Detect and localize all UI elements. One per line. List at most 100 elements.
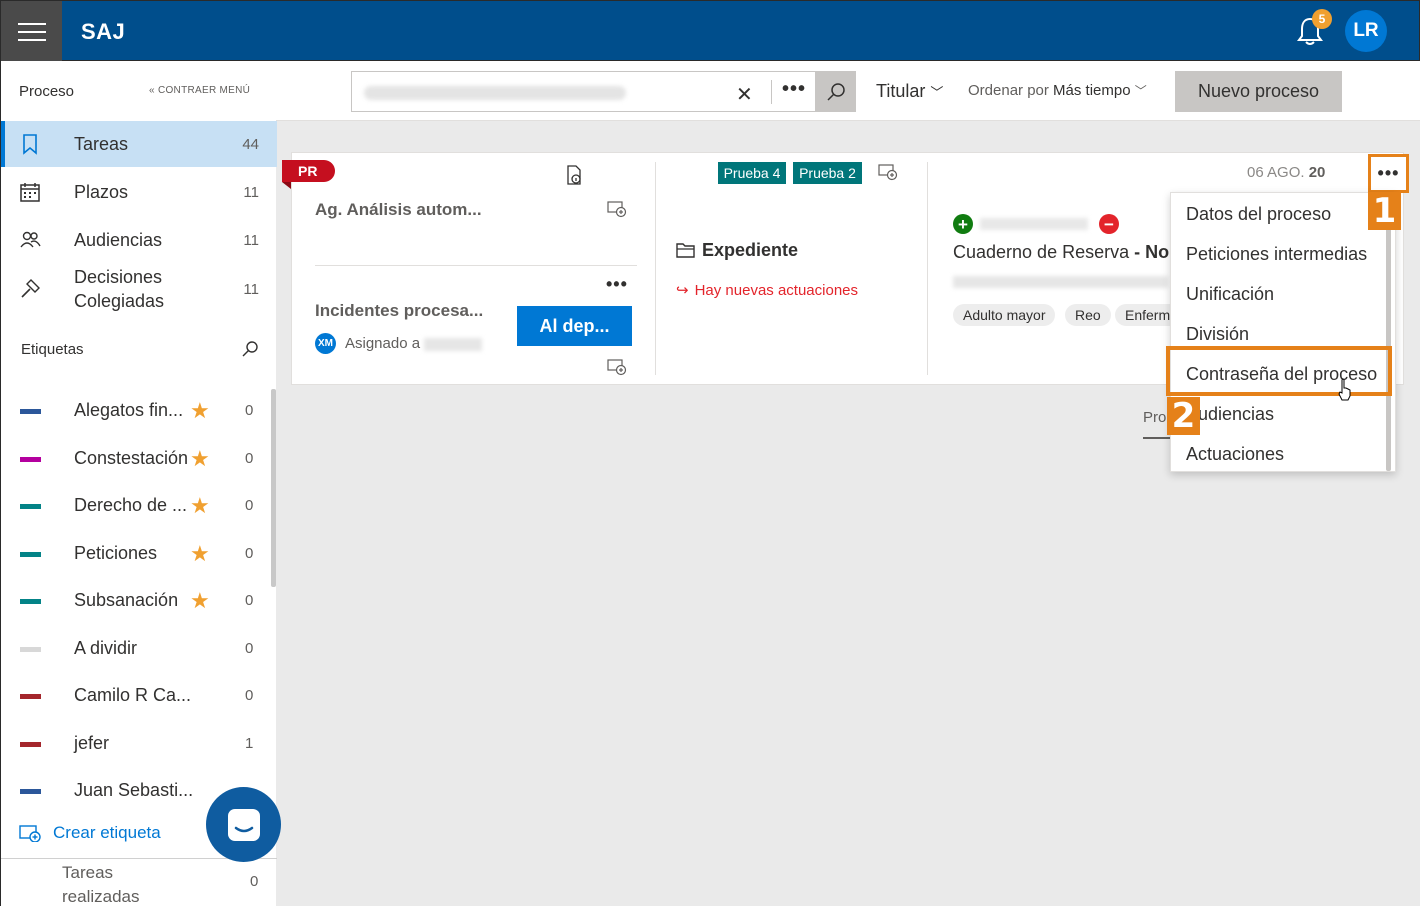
tag-item[interactable]: Constestación ★ 0	[1, 437, 271, 483]
sidebar-item-count: 44	[242, 135, 259, 153]
add-tag-icon[interactable]	[607, 200, 627, 220]
tag-item[interactable]: A dividir 0	[1, 627, 271, 673]
new-actions-link[interactable]: ↪ Hay nuevas actuaciones	[676, 281, 858, 299]
party-name-redacted	[980, 218, 1088, 230]
add-tag-icon[interactable]	[878, 163, 898, 183]
expediente-link[interactable]: Expediente	[702, 240, 798, 261]
tag-item[interactable]: Alegatos fin... ★ 0	[1, 389, 271, 435]
step-marker-1: 1	[1368, 191, 1401, 231]
sidebar-section-title: Proceso	[19, 83, 75, 100]
tag-item[interactable]: jefer 1	[1, 722, 271, 768]
menu-item-audiencias[interactable]: udiencias	[1171, 394, 1385, 434]
card-divider	[315, 265, 637, 266]
tasks-done-item[interactable]: Tareas realizadas 0	[1, 858, 277, 906]
hand-cursor-icon	[1338, 378, 1351, 401]
remove-party-icon[interactable]: −	[1099, 214, 1119, 234]
subtask-title[interactable]: Incidentes procesa...	[315, 301, 483, 321]
document-info-icon[interactable]	[564, 165, 584, 185]
sidebar-item-tareas[interactable]: Tareas 44	[1, 121, 277, 167]
tag-item[interactable]: Subsanación ★ 0	[1, 579, 271, 625]
more-options-icon[interactable]: •••	[606, 274, 628, 295]
sidebar-item-audiencias[interactable]: Audiencias 11	[1, 217, 277, 263]
sidebar-item-plazos[interactable]: Plazos 11	[1, 169, 277, 215]
tag-count: 1	[245, 735, 254, 752]
menu-scrollbar[interactable]	[1386, 201, 1391, 471]
process-tag[interactable]: Prueba 2	[793, 162, 862, 184]
process-detail-redacted	[953, 276, 1168, 288]
tag-item[interactable]: Derecho de ... ★ 0	[1, 484, 271, 530]
collapse-menu-button[interactable]: « CONTRAER MENÚ	[149, 85, 250, 96]
add-tag-icon[interactable]	[607, 358, 627, 378]
menu-item-peticiones-intermedias[interactable]: Peticiones intermedias	[1171, 234, 1385, 274]
action-button[interactable]: Al dep...	[517, 306, 632, 346]
tag-color-swatch	[20, 694, 41, 699]
menu-item-actuaciones[interactable]: Actuaciones	[1171, 434, 1385, 474]
process-date: 06 AGO. 20	[1247, 164, 1325, 181]
tag-label: Juan Sebasti...	[74, 780, 194, 800]
card-more-options-button[interactable]: •••	[1368, 154, 1409, 193]
tag-label: A dividir	[74, 638, 138, 658]
sidebar-item-label: Decisiones Colegiadas	[74, 267, 165, 311]
star-icon[interactable]: ★	[190, 588, 210, 614]
sidebar: Proceso « CONTRAER MENÚ Tareas 44 Plazos…	[0, 61, 277, 906]
search-icon[interactable]	[241, 340, 259, 358]
star-icon[interactable]: ★	[190, 541, 210, 567]
gavel-icon	[21, 279, 40, 298]
tag-count: 0	[245, 640, 254, 657]
party-chip: Reo	[1065, 304, 1111, 326]
tag-color-swatch	[20, 504, 41, 509]
new-process-button[interactable]: Nuevo proceso	[1175, 71, 1342, 112]
tag-item[interactable]: Peticiones ★ 0	[1, 532, 271, 578]
task-title[interactable]: Ag. Análisis autom...	[315, 200, 482, 220]
tag-item[interactable]: Camilo R Ca... 0	[1, 674, 271, 720]
bookmark-icon	[23, 134, 37, 155]
sidebar-item-label: Audiencias	[74, 230, 163, 250]
calendar-icon	[20, 183, 40, 202]
assignee-avatar: XM	[315, 333, 336, 354]
add-party-icon[interactable]: +	[953, 214, 973, 234]
tag-label: jefer	[74, 733, 110, 753]
close-icon[interactable]: ✕	[736, 82, 753, 107]
tag-label: Constestación	[74, 448, 189, 468]
collapse-menu-label: CONTRAER MENÚ	[157, 85, 251, 96]
date-suffix: 20	[1308, 164, 1326, 181]
new-actions-label: Hay nuevas actuaciones	[694, 282, 859, 299]
menu-item-datos-proceso[interactable]: Datos del proceso	[1171, 194, 1385, 234]
user-avatar[interactable]: LR	[1345, 10, 1387, 52]
create-tag-link[interactable]: Crear etiqueta	[19, 823, 161, 843]
tag-label: Derecho de ...	[74, 495, 188, 515]
sidebar-item-count: 11	[243, 183, 259, 201]
tag-label: Peticiones	[74, 543, 158, 563]
menu-item-unificacion[interactable]: Unificación	[1171, 274, 1385, 314]
search-input[interactable]: ✕ •••	[351, 71, 856, 112]
search-button[interactable]	[815, 71, 856, 112]
tag-label: Camilo R Ca...	[74, 685, 192, 705]
top-bar: SAJ	[0, 0, 1420, 62]
star-icon[interactable]: ★	[190, 398, 210, 424]
star-icon[interactable]: ★	[190, 493, 210, 519]
star-icon[interactable]: ★	[190, 446, 210, 472]
tasks-done-count: 0	[250, 873, 259, 890]
sidebar-scrollbar[interactable]	[271, 389, 276, 587]
party-chip: Adulto mayor	[953, 304, 1056, 326]
more-options-icon[interactable]: •••	[782, 78, 806, 101]
tag-count: 0	[245, 592, 254, 609]
filter-dropdown[interactable]: Titular ﹀	[876, 81, 943, 102]
toolbar: ✕ ••• Titular ﹀ Ordenar por Más tiempo ﹀…	[276, 61, 1420, 121]
chat-launcher-button[interactable]	[206, 787, 281, 862]
highlight-box	[1166, 346, 1392, 396]
search-icon	[826, 82, 845, 101]
badge-fold	[282, 182, 291, 189]
sort-dropdown[interactable]: Ordenar por Más tiempo ﹀	[968, 82, 1147, 99]
process-tag[interactable]: Prueba 4	[718, 162, 786, 184]
tasks-done-label: Tareas realizadas	[62, 863, 140, 906]
sidebar-item-decisiones[interactable]: Decisiones Colegiadas 11	[1, 264, 277, 314]
tag-label: Subsanación	[74, 590, 179, 610]
folder-icon	[676, 243, 695, 258]
hamburger-menu-icon[interactable]	[1, 1, 62, 62]
step-marker-2: 2	[1167, 396, 1200, 436]
pagination-underline	[1143, 437, 1171, 439]
tag-label: Alegatos fin...	[74, 400, 184, 420]
chevron-down-icon: ﹀	[930, 85, 944, 100]
tag-color-swatch	[20, 789, 41, 794]
